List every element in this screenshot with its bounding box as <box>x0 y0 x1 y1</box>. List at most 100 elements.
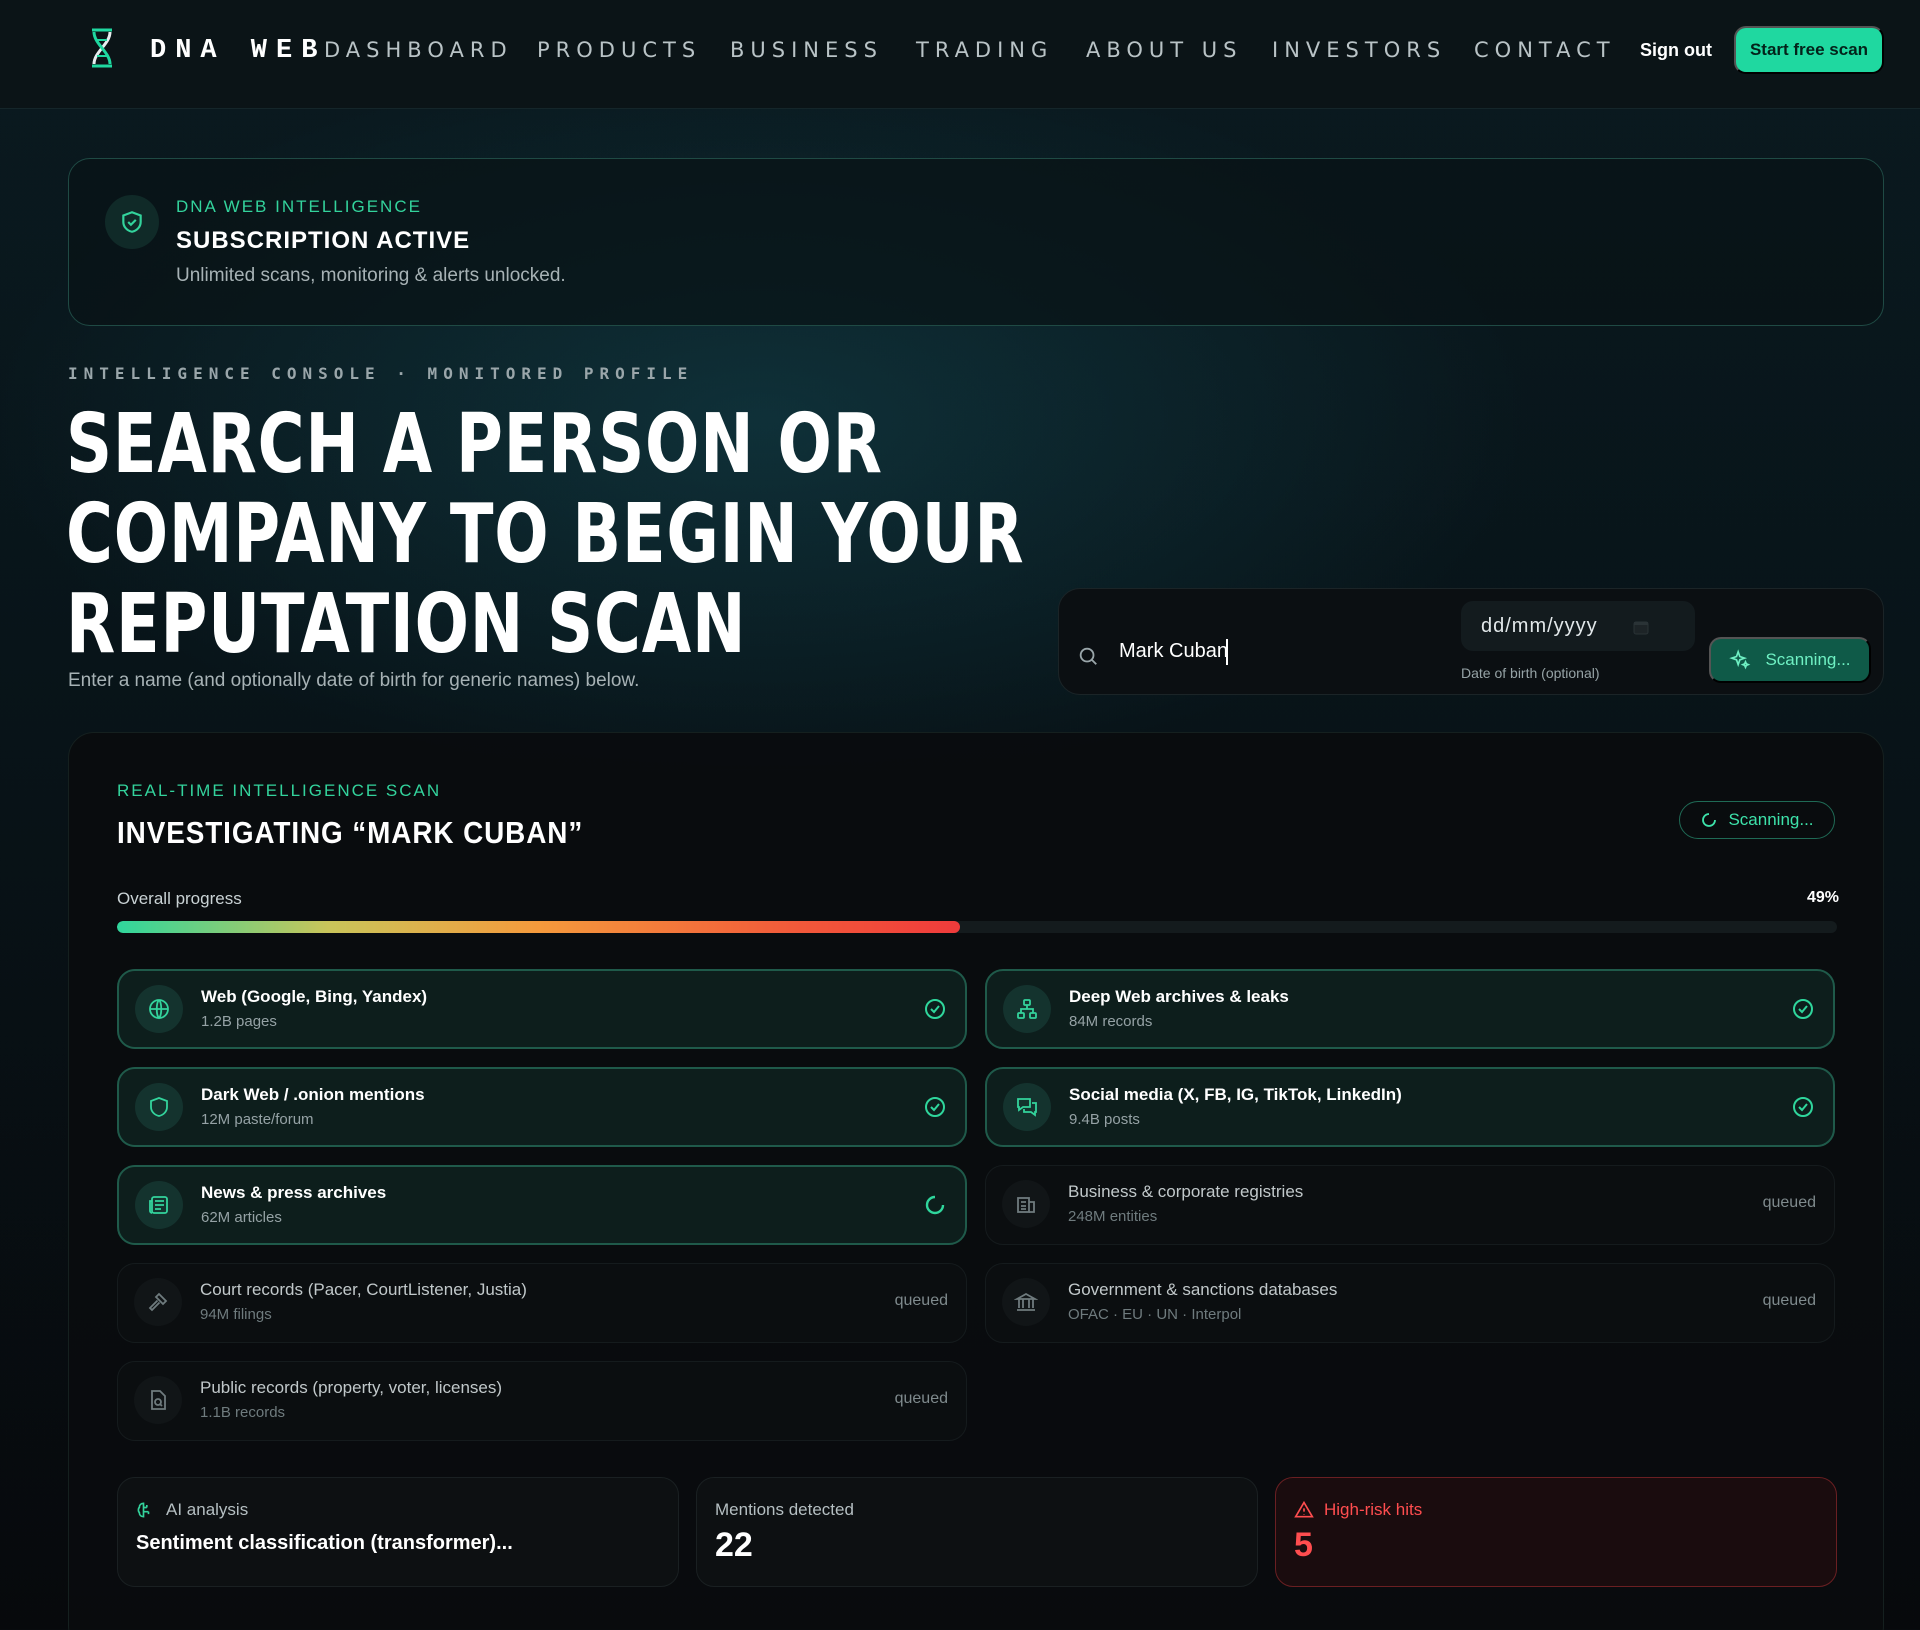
warning-icon <box>1294 1500 1314 1518</box>
source-volume: 84M records <box>1069 1013 1153 1030</box>
hero-kicker: INTELLIGENCE CONSOLE · MONITORED PROFILE <box>68 364 694 383</box>
hero-title-line-1: SEARCH A PERSON OR <box>66 397 883 492</box>
source-status <box>1791 997 1815 1026</box>
ai-analysis-label-row: AI analysis <box>136 1500 248 1520</box>
progress-bar-fill <box>117 921 960 933</box>
source-name: Court records (Pacer, CourtListener, Jus… <box>200 1280 527 1299</box>
source-volume: 9.4B posts <box>1069 1111 1140 1128</box>
hero-title-line-3: REPUTATION SCAN <box>66 577 747 672</box>
nav-link-trading[interactable]: TRADING <box>916 38 1053 62</box>
source-row[interactable]: News & press archives 62M articles <box>117 1165 967 1245</box>
source-row[interactable]: Social media (X, FB, IG, TikTok, LinkedI… <box>985 1067 1835 1147</box>
source-volume: 12M paste/forum <box>201 1111 314 1128</box>
subscription-description: Unlimited scans, monitoring & alerts unl… <box>176 265 566 286</box>
high-risk-value: 5 <box>1294 1526 1313 1564</box>
sparkles-icon <box>1729 649 1751 670</box>
subscription-card: DNA WEB INTELLIGENCE SUBSCRIPTION ACTIVE… <box>68 158 1884 326</box>
scan-status-badge: Scanning... <box>1679 801 1835 839</box>
chat-icon <box>1003 1083 1051 1131</box>
text-caret <box>1226 639 1228 665</box>
source-name: Dark Web / .onion mentions <box>201 1085 425 1104</box>
nav-link-about-us[interactable]: ABOUT US <box>1086 38 1243 62</box>
check-circle-icon <box>1793 1097 1813 1117</box>
calendar-icon[interactable] <box>1633 619 1649 635</box>
high-risk-label-row: High-risk hits <box>1294 1500 1422 1520</box>
source-row[interactable]: Government & sanctions databases OFAC · E… <box>985 1263 1835 1343</box>
shield-check-icon <box>105 195 159 249</box>
ai-analysis-label: AI analysis <box>166 1500 249 1519</box>
source-name: Business & corporate registries <box>1068 1182 1304 1201</box>
brain-icon <box>137 1502 150 1518</box>
building-icon <box>1002 1180 1050 1228</box>
search-icon <box>1079 647 1097 665</box>
source-name: Public records (property, voter, license… <box>200 1378 503 1397</box>
source-volume: 94M filings <box>200 1306 272 1323</box>
gavel-icon <box>134 1278 182 1326</box>
source-row[interactable]: Court records (Pacer, CourtListener, Jus… <box>117 1263 967 1343</box>
landmark-icon <box>1002 1278 1050 1326</box>
newspaper-icon <box>135 1181 183 1229</box>
check-circle-icon <box>925 1097 945 1117</box>
date-placeholder: dd/mm/yyyy <box>1481 614 1598 637</box>
source-status-queued: queued <box>1762 1194 1816 1211</box>
source-volume: 62M articles <box>201 1209 282 1226</box>
nav-link-contact[interactable]: CONTACT <box>1474 38 1616 62</box>
file-search-icon <box>134 1376 182 1424</box>
source-name: News & press archives <box>201 1183 387 1202</box>
globe-icon <box>135 985 183 1033</box>
mentions-value: 22 <box>715 1526 753 1564</box>
search-input[interactable] <box>1119 633 1419 669</box>
mentions-label: Mentions detected <box>715 1500 854 1519</box>
source-name: Web (Google, Bing, Yandex) <box>201 987 428 1006</box>
source-row[interactable]: Web (Google, Bing, Yandex) 1.2B pages <box>117 969 967 1049</box>
source-status-queued: queued <box>894 1292 948 1309</box>
start-free-scan-button[interactable]: Start free scan <box>1734 26 1884 74</box>
search-box: dd/mm/yyyy Date of birth (optional) Scan… <box>1058 588 1884 695</box>
check-circle-icon <box>925 999 945 1019</box>
hero-title-line-2: COMPANY TO BEGIN YOUR <box>66 487 1025 582</box>
nav-link-investors[interactable]: INVESTORS <box>1272 38 1446 62</box>
mentions-card: Mentions detected 22 <box>696 1477 1258 1587</box>
brand-name[interactable]: DNA WEB <box>150 36 326 66</box>
progress-label: Overall progress <box>117 889 242 908</box>
shield-icon <box>135 1083 183 1131</box>
scan-button-label: Scanning... <box>1765 650 1851 669</box>
source-status <box>923 1095 947 1124</box>
source-status <box>1791 1095 1815 1124</box>
scan-panel: REAL-TIME INTELLIGENCE SCAN INVESTIGATIN… <box>68 732 1884 1630</box>
loading-spinner-icon <box>925 1195 945 1215</box>
hero-title: SEARCH A PERSON OR COMPANY TO BEGIN YOUR… <box>66 397 1025 672</box>
scan-status-text: Scanning... <box>1728 810 1814 829</box>
source-status-queued: queued <box>1762 1292 1816 1309</box>
date-of-birth-field[interactable]: dd/mm/yyyy <box>1461 601 1695 651</box>
date-of-birth-label: Date of birth (optional) <box>1461 665 1600 681</box>
subscription-kicker: DNA WEB INTELLIGENCE <box>176 197 422 216</box>
ai-analysis-card: AI analysis Sentiment classification (tr… <box>117 1477 679 1587</box>
check-circle-icon <box>1793 999 1813 1019</box>
nav-link-dashboard[interactable]: DASHBOARD <box>324 38 513 62</box>
source-name: Social media (X, FB, IG, TikTok, LinkedI… <box>1069 1085 1402 1104</box>
source-status <box>923 1193 947 1222</box>
nav-link-products[interactable]: PRODUCTS <box>537 38 701 62</box>
nav-link-business[interactable]: BUSINESS <box>730 38 883 62</box>
source-row[interactable]: Business & corporate registries 248M enti… <box>985 1165 1835 1245</box>
progress-percent: 49% <box>1806 889 1839 906</box>
sign-out-link[interactable]: Sign out <box>1640 40 1712 61</box>
loading-spinner-icon <box>1702 813 1717 827</box>
ai-analysis-value: Sentiment classification (transformer)..… <box>136 1532 513 1554</box>
hero-subtitle: Enter a name (and optionally date of bir… <box>68 670 640 691</box>
source-name: Deep Web archives & leaks <box>1069 987 1289 1006</box>
progress-bar <box>117 921 1837 933</box>
network-icon <box>1003 985 1051 1033</box>
scan-button[interactable]: Scanning... <box>1709 637 1871 683</box>
source-status <box>923 997 947 1026</box>
source-name: Government & sanctions databases <box>1068 1280 1338 1299</box>
source-row[interactable]: Dark Web / .onion mentions 12M paste/foru… <box>117 1067 967 1147</box>
top-nav: DNA WEB DASHBOARD PRODUCTS BUSINESS TRAD… <box>0 0 1920 109</box>
dna-logo-icon[interactable] <box>88 26 116 70</box>
scan-title: INVESTIGATING “MARK CUBAN” <box>117 815 584 850</box>
source-row[interactable]: Public records (property, voter, license… <box>117 1361 967 1441</box>
source-row[interactable]: Deep Web archives & leaks 84M records <box>985 969 1835 1049</box>
subscription-title: SUBSCRIPTION ACTIVE <box>176 227 471 254</box>
scan-kicker: REAL-TIME INTELLIGENCE SCAN <box>117 781 442 800</box>
